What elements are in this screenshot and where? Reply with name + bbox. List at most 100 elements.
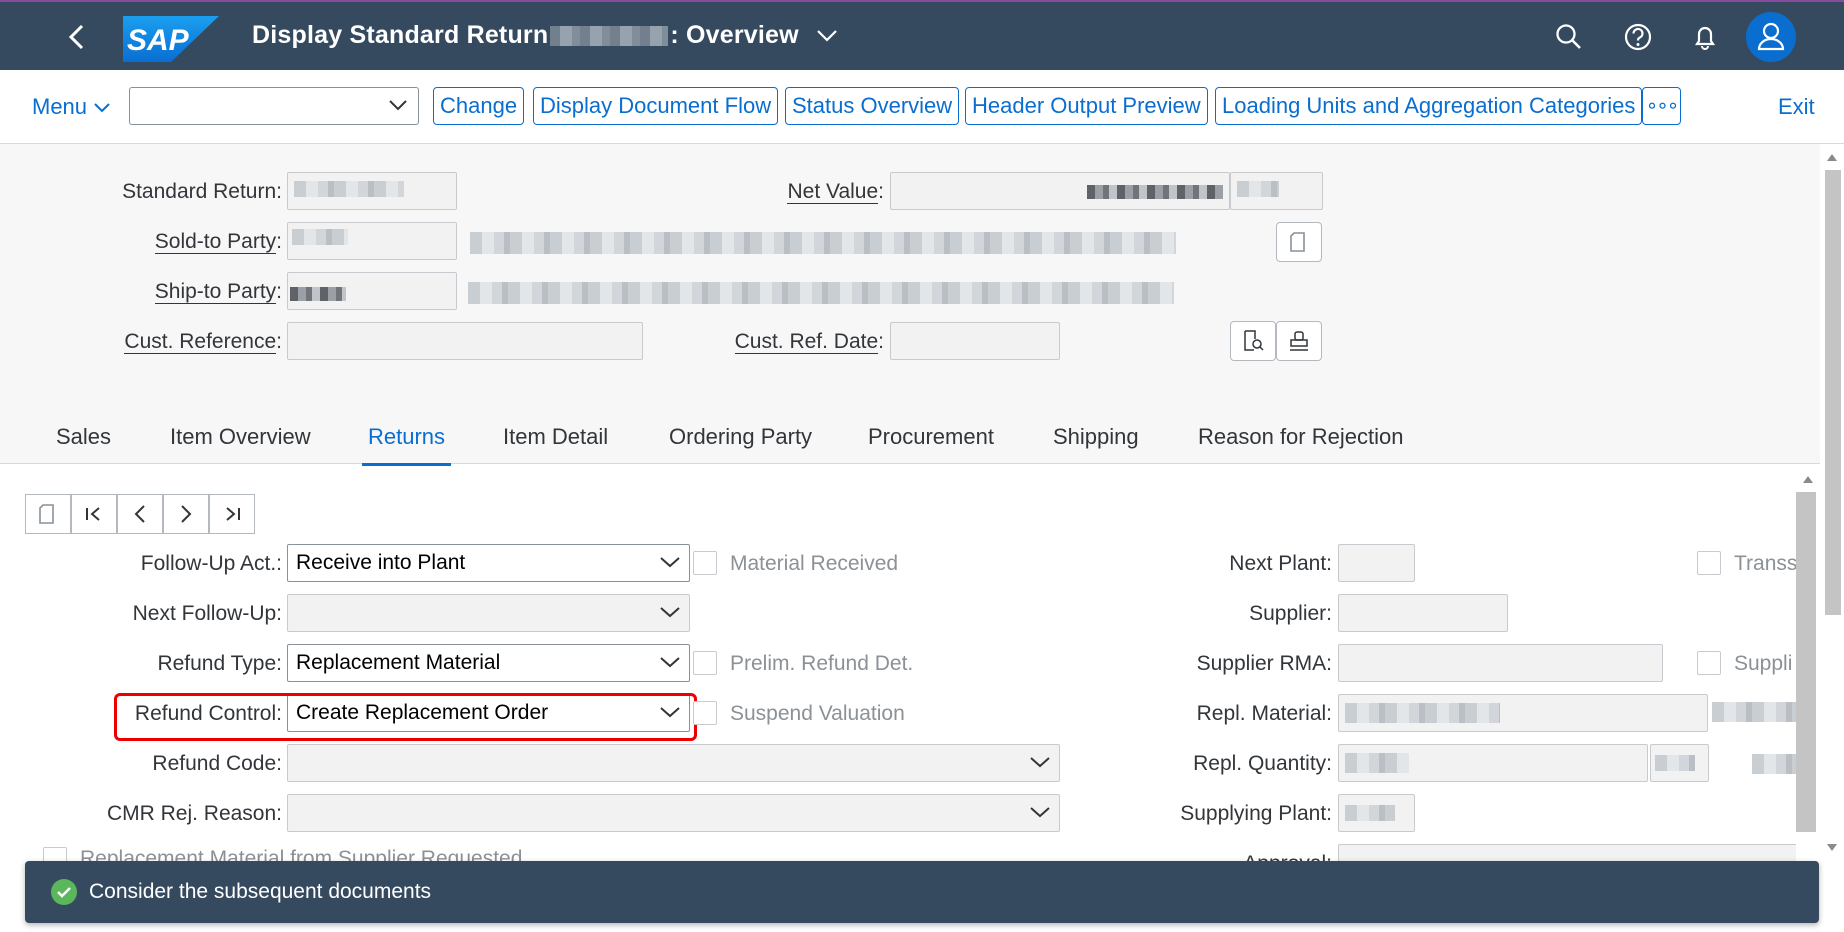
redacted-value [1345, 753, 1409, 773]
command-select[interactable] [129, 87, 419, 125]
message-text: Consider the subsequent documents [89, 880, 432, 903]
loading-units-button[interactable]: Loading Units and Aggregation Categories [1215, 87, 1643, 125]
refund-type-dropdown[interactable]: Replacement Material [287, 644, 690, 682]
refund-code-label: Refund Code: [152, 752, 282, 775]
copy-button[interactable] [1276, 222, 1322, 262]
material-received-checkbox[interactable] [693, 551, 717, 575]
scroll-up-icon[interactable] [1822, 148, 1842, 168]
tab-sales[interactable]: Sales [56, 424, 111, 450]
page-scrollbar[interactable] [1820, 144, 1842, 860]
refund-code-dropdown[interactable] [287, 744, 1060, 782]
approval-label: Approval: [1130, 852, 1332, 861]
page-title[interactable]: Display Standard Return: Overview [252, 21, 838, 50]
ship-to-party-field[interactable] [287, 272, 457, 310]
tab-item-overview[interactable]: Item Overview [170, 424, 311, 450]
change-button[interactable]: Change [433, 87, 525, 125]
trans-checkbox[interactable] [1697, 551, 1721, 575]
repl-material-field[interactable] [1338, 694, 1708, 732]
user-icon [1757, 22, 1785, 51]
repl-quantity-field[interactable] [1338, 744, 1648, 782]
supplier-checkbox[interactable] [1697, 651, 1721, 675]
material-received-label: Material Received [730, 552, 899, 575]
chevron-down-icon [1030, 757, 1050, 768]
svg-text:SAP: SAP [127, 24, 190, 57]
tab-ordering-party[interactable]: Ordering Party [669, 424, 812, 450]
next-plant-field[interactable] [1338, 544, 1415, 582]
redacted-value [1237, 181, 1279, 197]
last-item-button[interactable] [209, 494, 255, 534]
display-document-button[interactable] [1230, 321, 1276, 361]
avatar[interactable] [1746, 12, 1796, 62]
returns-panel: Follow-Up Act.: Receive into Plant Next … [0, 464, 1796, 861]
cust-ref-date-label[interactable]: Cust. Ref. Date: [700, 330, 884, 354]
redacted-value [290, 287, 346, 301]
next-plant-label: Next Plant: [1229, 552, 1332, 575]
page-title-prefix: Display Standard Return [252, 21, 549, 49]
help-icon[interactable] [1621, 20, 1655, 54]
redacted-sold-to-name [470, 232, 1176, 254]
more-button[interactable]: ∘∘∘ [1642, 87, 1681, 125]
chevron-down-icon [660, 607, 680, 618]
scroll-up-icon[interactable] [1798, 470, 1818, 490]
tab-reason-for-rejection[interactable]: Reason for Rejection [1198, 424, 1403, 450]
repl-unit-field[interactable] [1650, 744, 1709, 782]
tab-shipping[interactable]: Shipping [1053, 424, 1139, 450]
sold-to-party-field[interactable] [287, 222, 457, 260]
refund-control-label: Refund Control: [134, 702, 282, 725]
notification-icon[interactable] [1688, 20, 1722, 54]
follow-up-act-dropdown[interactable]: Receive into Plant [287, 544, 690, 582]
refund-control-dropdown[interactable]: Create Replacement Order [287, 694, 690, 732]
cmr-rej-reason-dropdown[interactable] [287, 794, 1060, 832]
chevron-down-icon [660, 707, 680, 718]
exit-button[interactable]: Exit [1778, 94, 1815, 120]
tab-procurement[interactable]: Procurement [868, 424, 994, 450]
shell-bar: SAP Display Standard Return: Overview [0, 0, 1844, 70]
item-doc-button[interactable] [25, 494, 71, 534]
next-follow-up-dropdown[interactable] [287, 594, 690, 632]
back-icon[interactable] [62, 20, 92, 54]
last-page-icon [226, 507, 240, 521]
message-strip[interactable]: Consider the subsequent documents [25, 861, 1819, 923]
next-item-button[interactable] [163, 494, 209, 534]
replacement-from-supplier-checkbox[interactable] [43, 847, 67, 861]
tab-item-detail[interactable]: Item Detail [503, 424, 608, 450]
chevron-down-icon[interactable] [816, 29, 838, 43]
prelim-refund-label: Prelim. Refund Det. [730, 652, 914, 675]
panel-scrollbar[interactable] [1796, 464, 1816, 860]
display-document-flow-button[interactable]: Display Document Flow [533, 87, 779, 125]
net-value-label[interactable]: Net Value: [700, 180, 884, 204]
cust-ref-date-label-text: Cust. Ref. Date [734, 330, 879, 354]
supplying-plant-label: Supplying Plant: [1180, 802, 1332, 825]
cust-reference-label[interactable]: Cust. Reference: [60, 330, 282, 354]
net-value-field[interactable] [890, 172, 1230, 210]
currency-field[interactable] [1230, 172, 1323, 210]
previous-item-button[interactable] [117, 494, 163, 534]
menu-button[interactable]: Menu [32, 94, 111, 120]
search-icon[interactable] [1552, 20, 1586, 54]
prelim-refund-checkbox[interactable] [693, 651, 717, 675]
chevron-down-icon [1030, 807, 1050, 818]
cust-ref-date-field[interactable] [890, 322, 1060, 360]
scroll-down-icon[interactable] [1822, 837, 1842, 857]
net-value-label-text: Net Value [787, 180, 879, 204]
sold-to-party-label[interactable]: Sold-to Party: [60, 230, 282, 254]
cust-reference-field[interactable] [287, 322, 643, 360]
suspend-valuation-label: Suspend Valuation [730, 702, 905, 725]
page-scrollbar-thumb[interactable] [1825, 170, 1841, 615]
supplier-field[interactable] [1338, 594, 1508, 632]
status-overview-button[interactable]: Status Overview [785, 87, 960, 125]
print-button[interactable] [1276, 321, 1322, 361]
panel-scrollbar-thumb[interactable] [1796, 492, 1816, 832]
tab-returns[interactable]: Returns [361, 424, 452, 466]
suspend-valuation-checkbox[interactable] [693, 701, 717, 725]
approval-field[interactable] [1338, 844, 1796, 861]
standard-return-label: Standard Return: [122, 180, 282, 203]
standard-return-field[interactable] [287, 172, 457, 210]
header-output-preview-button[interactable]: Header Output Preview [965, 87, 1208, 125]
first-item-button[interactable] [71, 494, 117, 534]
supplier-rma-field[interactable] [1338, 644, 1663, 682]
ship-to-party-label[interactable]: Ship-to Party: [60, 280, 282, 304]
follow-up-act-value: Receive into Plant [296, 551, 466, 574]
supplying-plant-field[interactable] [1338, 794, 1415, 832]
redacted-document-number [550, 26, 669, 47]
